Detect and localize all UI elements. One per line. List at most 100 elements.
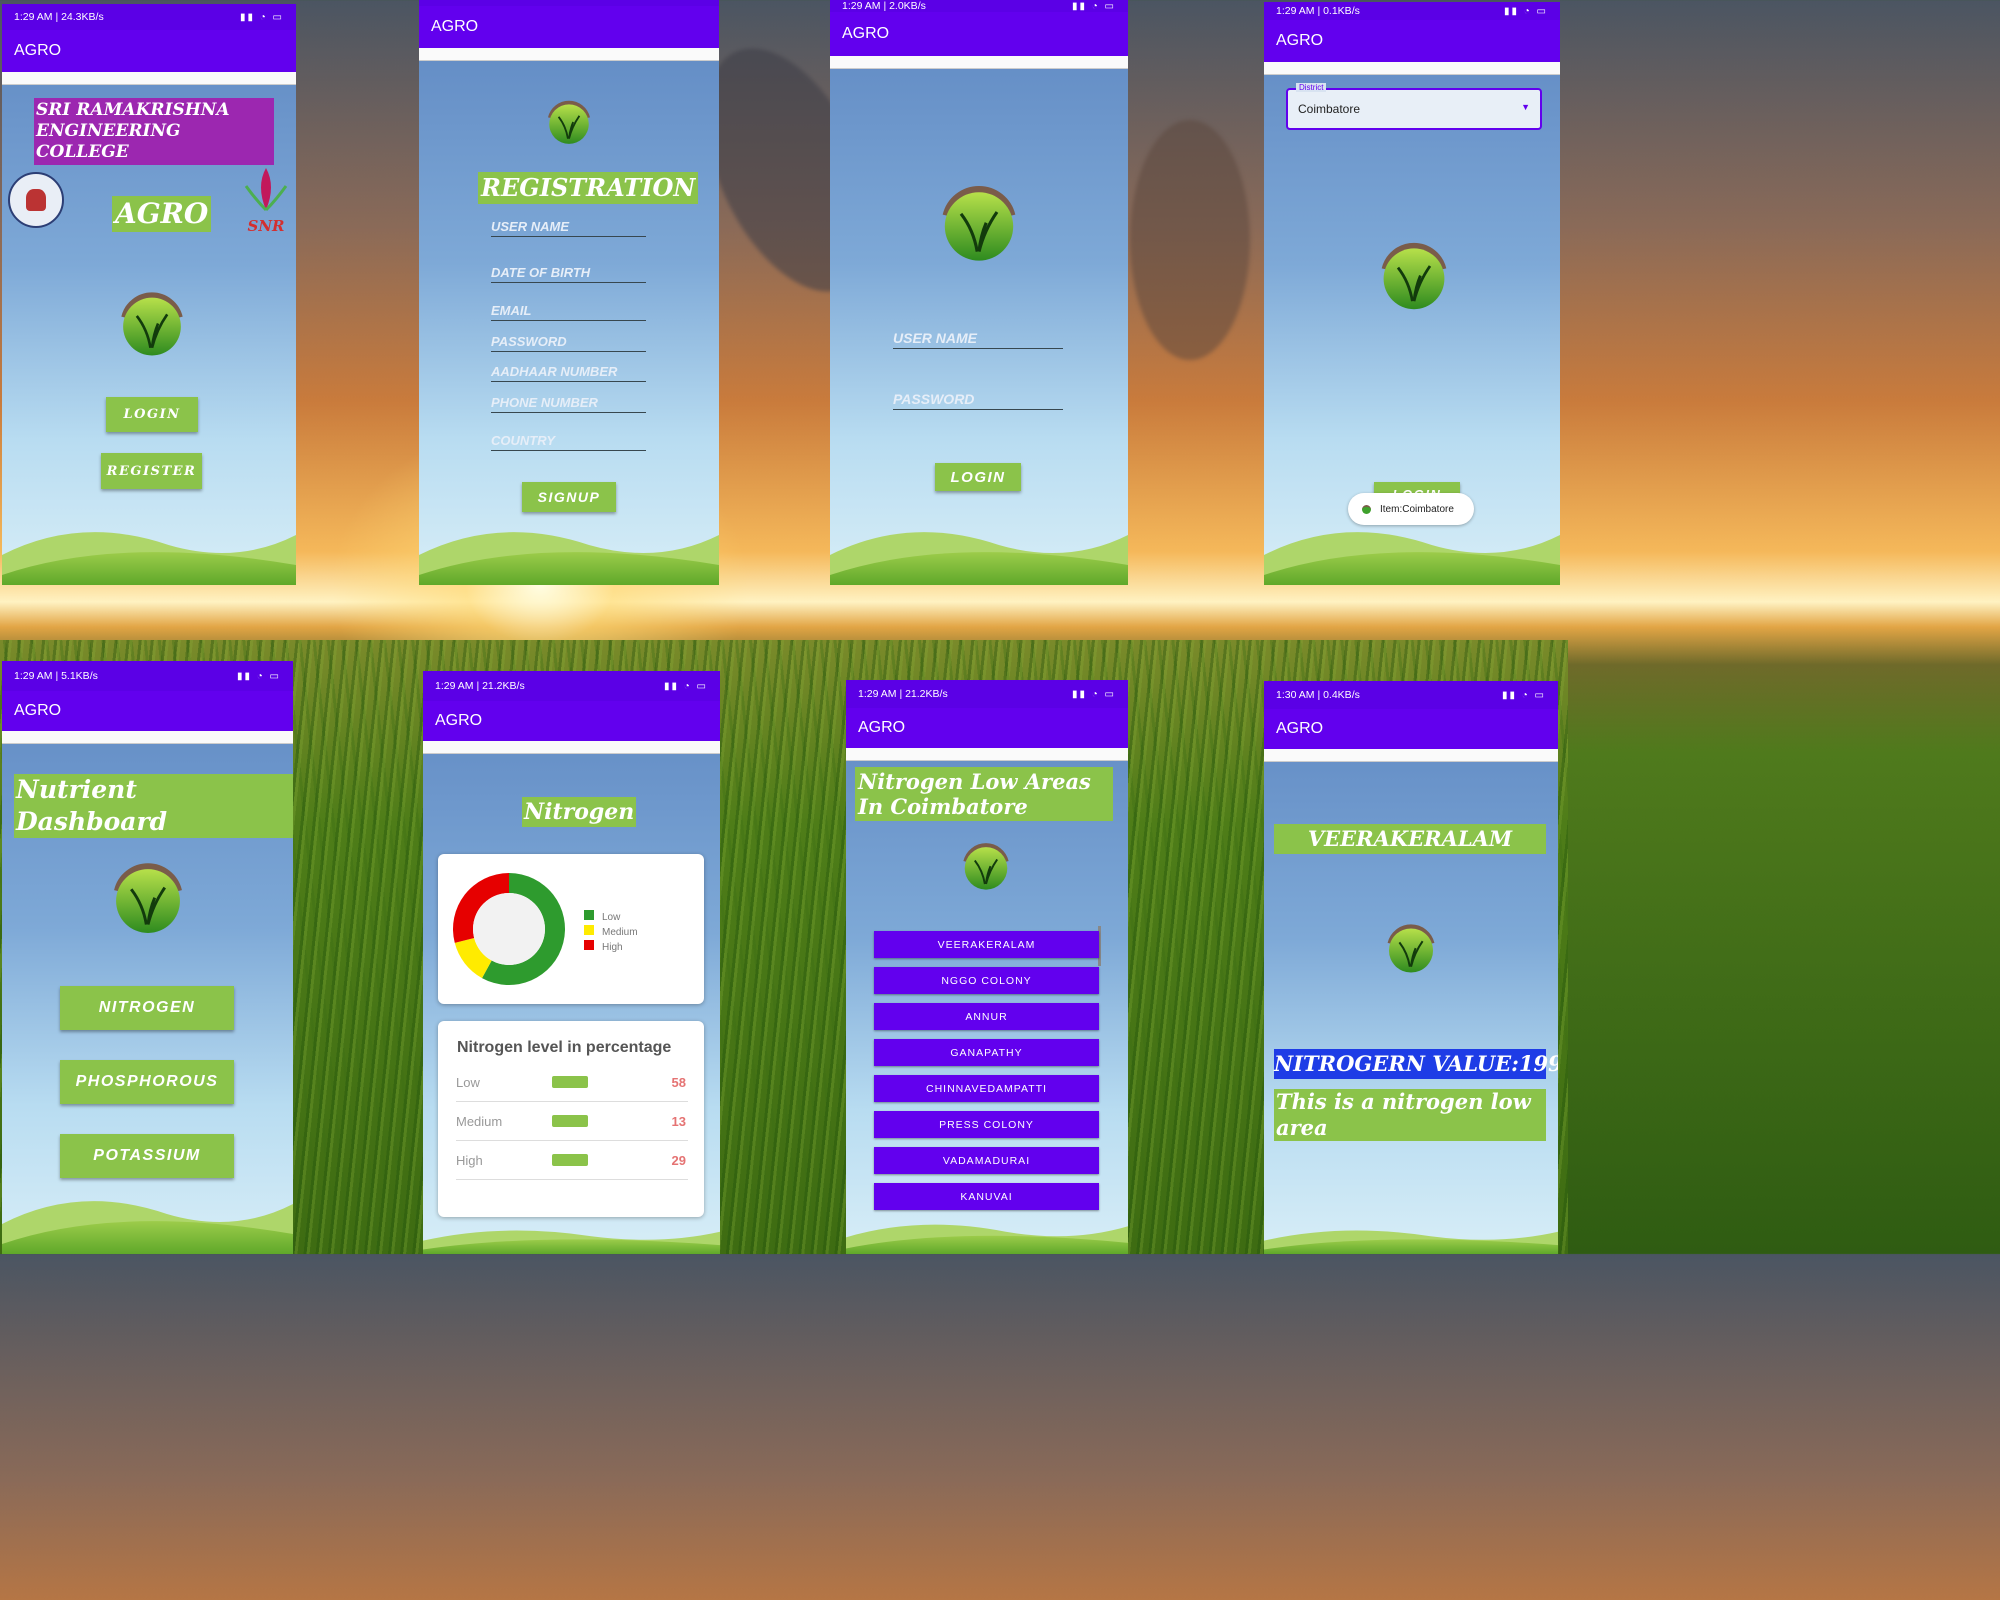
status-bar: 1:29 AM | 0.1KB/s ▮▮ ◔ ▭ xyxy=(1264,2,1560,20)
district-label: District xyxy=(1296,83,1327,92)
username-field[interactable]: USER NAME xyxy=(491,219,646,237)
login-button[interactable]: LOGIN xyxy=(106,397,198,432)
app-title: AGRO xyxy=(14,702,62,719)
district-dropdown[interactable]: District Coimbatore ▼ xyxy=(1286,83,1542,130)
divider-strip xyxy=(1264,62,1560,75)
app-title: AGRO xyxy=(842,25,890,42)
screen-nutrient-dashboard: 1:29 AM | 5.1KB/s ▮▮ ◔ ▭ AGRO Nutrient D… xyxy=(2,661,293,1254)
divider-strip xyxy=(2,731,293,744)
email-field[interactable]: EMAIL xyxy=(491,303,646,321)
area-button-vadamadurai[interactable]: VADAMADURAI xyxy=(874,1147,1099,1174)
screen-registration: AGRO REGISTRATION USER NAME DATE OF BIRT… xyxy=(419,0,719,585)
status-bar: 1:30 AM | 0.4KB/s ▮▮ ◔ ▭ xyxy=(1264,681,1558,709)
phosphorous-button[interactable]: PHOSPHOROUS xyxy=(60,1060,234,1104)
table-title: Nitrogen level in percentage xyxy=(457,1039,672,1056)
country-field[interactable]: COUNTRY xyxy=(491,433,646,451)
status-bar: 1:29 AM | 2.0KB/s ▮▮ ◔ ▭ xyxy=(830,0,1128,12)
divider-strip xyxy=(2,72,296,85)
phone-field[interactable]: PHONE NUMBER xyxy=(491,395,646,413)
table-card: Nitrogen level in percentage Low 58 Medi… xyxy=(438,1021,704,1217)
status-time: 1:29 AM | 21.2KB/s xyxy=(435,680,525,692)
divider-strip xyxy=(830,56,1128,69)
table-row-high: High 29 xyxy=(456,1141,688,1180)
area-button-chinnavedampatti[interactable]: CHINNAVEDAMPATTI xyxy=(874,1075,1099,1102)
divider-strip xyxy=(419,48,719,61)
hills-decoration xyxy=(1264,532,1560,585)
password-field[interactable]: PASSWORD xyxy=(893,391,1063,410)
status-bar: 1:29 AM | 5.1KB/s ▮▮ ◔ ▭ xyxy=(2,661,293,691)
password-field[interactable]: PASSWORD xyxy=(491,334,646,352)
app-bar: AGRO xyxy=(419,6,719,48)
screen-district-select: 1:29 AM | 0.1KB/s ▮▮ ◔ ▭ AGRO District C… xyxy=(1264,2,1560,585)
signal-wifi-battery-icon: ▮▮ ◔ ▭ xyxy=(1071,688,1116,700)
status-bar: 1:29 AM | 21.2KB/s ▮▮ ◔ ▭ xyxy=(423,671,720,701)
status-time: 1:29 AM | 5.1KB/s xyxy=(14,670,98,682)
row-value: 13 xyxy=(671,1113,686,1129)
signal-wifi-battery-icon: ▮▮ ◔ ▭ xyxy=(1501,689,1546,701)
college-emblem-icon xyxy=(8,172,64,228)
legend-swatch-high xyxy=(584,940,594,950)
area-button-nggo-colony[interactable]: NGGO COLONY xyxy=(874,967,1099,994)
table-row-low: Low 58 xyxy=(456,1063,688,1102)
snr-text: SNR xyxy=(247,217,285,235)
status-time: 1:29 AM | 0.1KB/s xyxy=(1276,5,1360,17)
registration-heading: REGISTRATION xyxy=(478,172,699,204)
legend-label-low: Low xyxy=(602,912,621,923)
college-name: SRI RAMAKRISHNA ENGINEERING COLLEGE xyxy=(34,98,274,165)
username-field[interactable]: USER NAME xyxy=(893,330,1063,349)
signal-wifi-battery-icon: ▮▮ ◔ ▭ xyxy=(239,11,284,23)
status-bar: 1:29 AM | 21.2KB/s ▮▮ ◔ ▭ xyxy=(846,680,1128,708)
chevron-down-icon: ▼ xyxy=(1521,102,1530,112)
row-value: 29 xyxy=(671,1152,686,1168)
app-title: AGRO xyxy=(858,719,906,736)
leaf-logo-icon xyxy=(114,284,190,360)
low-areas-heading: Nitrogen Low Areas In Coimbatore xyxy=(855,767,1113,821)
row-bar xyxy=(552,1154,588,1166)
status-time: 1:29 AM | 2.0KB/s xyxy=(842,0,926,12)
area-button-annur[interactable]: ANNUR xyxy=(874,1003,1099,1030)
hills-decoration xyxy=(2,532,296,585)
donut-chart xyxy=(453,873,565,985)
register-button[interactable]: REGISTER xyxy=(101,453,202,489)
legend-label-high: High xyxy=(602,942,623,953)
signal-wifi-battery-icon: ▮▮ ◔ ▭ xyxy=(1503,5,1548,17)
nitrogen-value: NITROGERN VALUE:199 xyxy=(1274,1049,1558,1079)
area-button-ganapathy[interactable]: GANAPATHY xyxy=(874,1039,1099,1066)
screen-welcome: 1:29 AM | 24.3KB/s ▮▮ ◔ ▭ AGRO SRI RAMAK… xyxy=(2,4,296,585)
aadhaar-field[interactable]: AADHAAR NUMBER xyxy=(491,364,646,382)
signal-wifi-battery-icon: ▮▮ ◔ ▭ xyxy=(236,670,281,682)
leaf-logo-icon xyxy=(106,854,190,938)
app-bar: AGRO xyxy=(2,30,296,72)
divider-strip xyxy=(1264,749,1558,762)
chart-legend: Low Medium High xyxy=(584,910,638,955)
login-button[interactable]: LOGIN xyxy=(935,463,1021,491)
row-bar xyxy=(552,1115,588,1127)
signal-wifi-battery-icon: ▮▮ ◔ ▭ xyxy=(1071,0,1116,12)
app-bar: AGRO xyxy=(1264,709,1558,749)
signal-wifi-battery-icon: ▮▮ ◔ ▭ xyxy=(663,680,708,692)
area-button-press-colony[interactable]: PRESS COLONY xyxy=(874,1111,1099,1138)
row-label: Medium xyxy=(456,1113,503,1129)
app-title: AGRO xyxy=(1276,720,1324,737)
screen-area-detail: 1:30 AM | 0.4KB/s ▮▮ ◔ ▭ AGRO VEERAKERAL… xyxy=(1264,681,1558,1254)
app-bar: AGRO xyxy=(830,12,1128,56)
snr-logo-icon: SNR xyxy=(242,166,290,235)
divider-strip xyxy=(423,741,720,754)
app-title: AGRO xyxy=(431,18,479,35)
chart-card: Low Medium High xyxy=(438,854,704,1004)
divider-strip xyxy=(846,748,1128,761)
hills-decoration xyxy=(830,532,1128,585)
area-button-veerakeralam[interactable]: VEERAKERALAM xyxy=(874,931,1099,958)
dob-field[interactable]: DATE OF BIRTH xyxy=(491,265,646,283)
leaf-logo-icon xyxy=(1374,234,1454,314)
row-label: Low xyxy=(456,1074,480,1090)
legend-item-medium: Medium xyxy=(584,925,638,940)
dashboard-heading: Nutrient Dashboard xyxy=(14,774,293,838)
status-time: 1:30 AM | 0.4KB/s xyxy=(1276,689,1360,701)
nitrogen-button[interactable]: NITROGEN xyxy=(60,986,234,1030)
area-name: VEERAKERALAM xyxy=(1274,824,1546,854)
brand-label: AGRO xyxy=(112,196,212,232)
hills-decoration xyxy=(846,1224,1128,1254)
snr-leaf-icon xyxy=(244,168,288,212)
district-value: Coimbatore xyxy=(1298,102,1361,116)
